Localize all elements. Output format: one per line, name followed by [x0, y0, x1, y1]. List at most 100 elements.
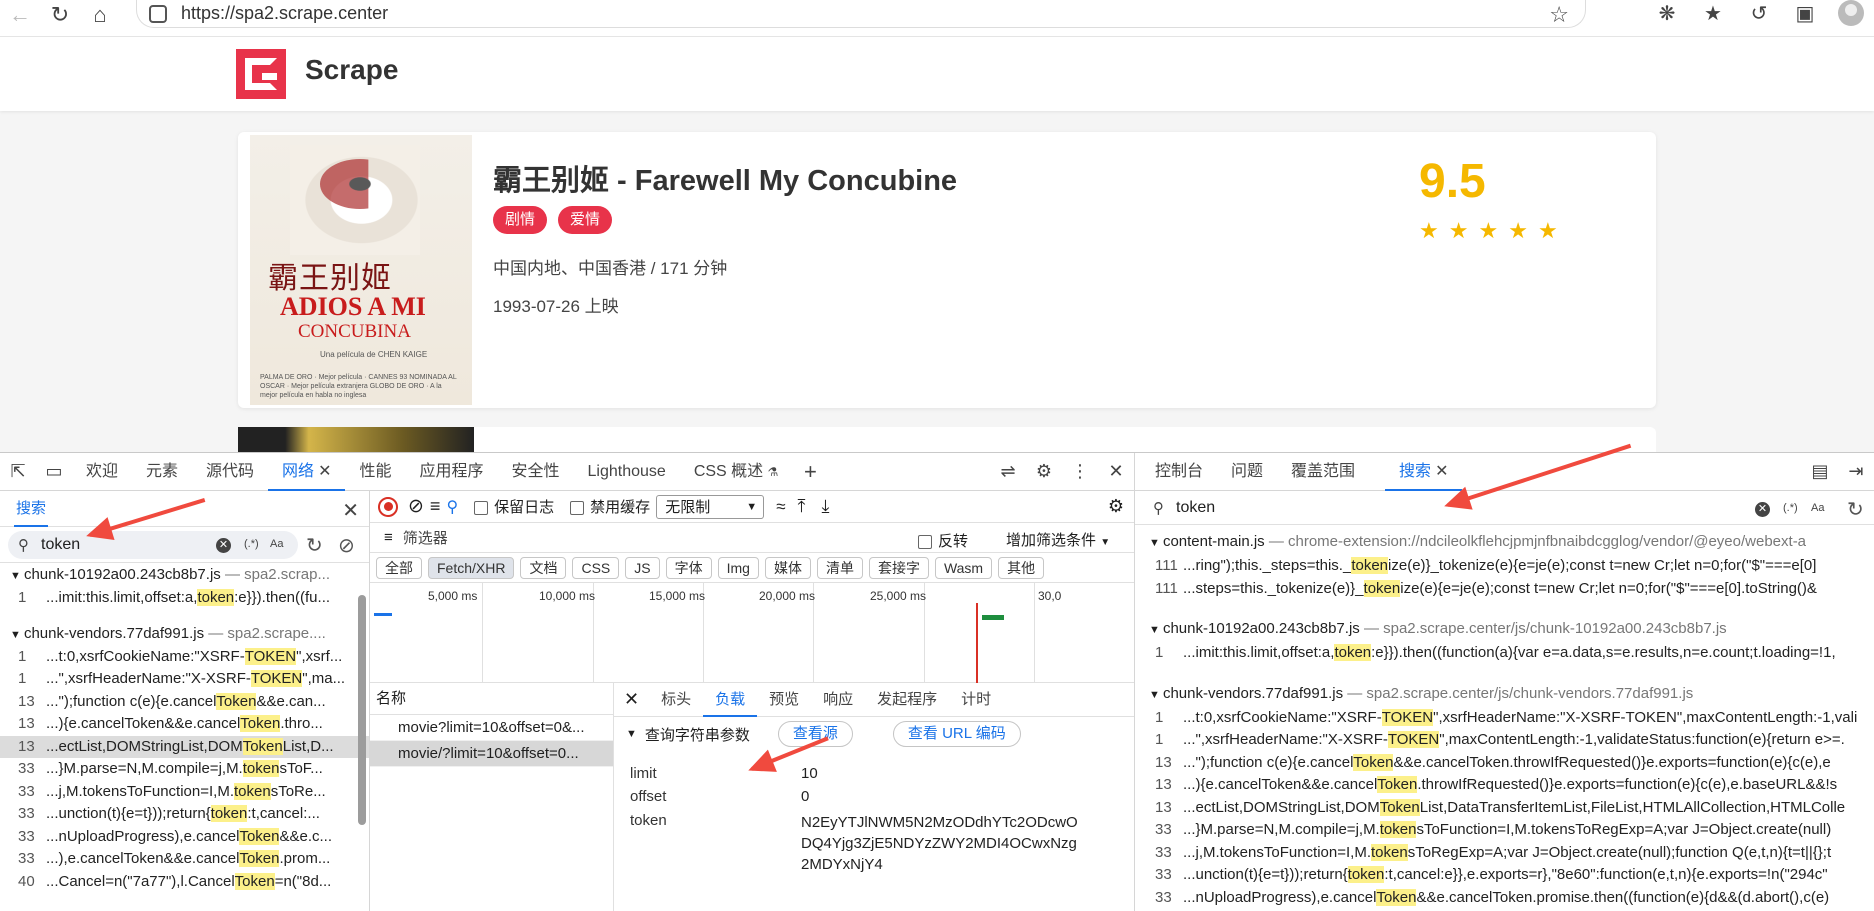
search-result-line[interactable]: 111 ...ring");this._steps=this._tokenize(…	[1135, 555, 1874, 578]
search-result-line[interactable]: 111 ...steps=this._tokenize(e)}_tokenize(…	[1135, 578, 1874, 601]
filter-requests-icon[interactable]: ≡	[430, 496, 441, 517]
view-url-encoded-button[interactable]: 查看 URL 编码	[892, 721, 1021, 747]
search-result-line[interactable]: 33 ...}M.parse=N,M.compile=j,M.tokensToFu…	[1135, 819, 1874, 842]
tab-timing[interactable]: 计时	[949, 683, 1003, 717]
right-search-input[interactable]: ⚲ token	[1143, 495, 1843, 521]
search-result-line[interactable]: 33 ...j,M.tokensToFunction=I,M.tokensToRe…	[1135, 842, 1874, 865]
type-filter-button[interactable]: Wasm	[934, 556, 993, 579]
tab-payload[interactable]: 负载	[703, 683, 758, 717]
search-result-line[interactable]: 33 ...unction(t){e=t}));return{token:t,ca…	[1135, 864, 1874, 887]
network-settings-icon[interactable]: ⚙	[1108, 496, 1124, 517]
network-timeline[interactable]: 5,000 ms 10,000 ms 15,000 ms 20,000 ms 25,00…	[370, 583, 1134, 683]
search-result-line[interactable]: 13 ...ectList,DOMStringList,DOMTokenList,…	[0, 735, 369, 758]
clear-icon[interactable]: ⊘	[408, 495, 424, 518]
movie-poster[interactable]: 霸王别姬 ADIOS A MI CONCUBINA Una película d…	[250, 135, 472, 405]
expand-triangle-icon[interactable]: ▼	[1149, 537, 1163, 549]
history-icon[interactable]: ↺	[1736, 0, 1782, 26]
dock-icon[interactable]: ▤	[1802, 453, 1838, 491]
refresh-icon[interactable]: ↻	[306, 533, 323, 558]
filter-input[interactable]: ≡ 筛选器	[384, 526, 904, 550]
throttle-select[interactable]: 无限制 ▼	[656, 494, 765, 519]
search-result-line[interactable]: 13 ...");function c(e){e.cancelToken&&e.c…	[1135, 752, 1874, 775]
movie-title[interactable]: 霸王别姬 - Farewell My Concubine	[493, 157, 957, 199]
tab-network[interactable]: 网络 ✕	[268, 453, 346, 491]
clear-results-icon[interactable]: ⊘	[338, 533, 355, 558]
tab-initiator[interactable]: 发起程序	[865, 683, 949, 717]
more-filters-dropdown[interactable]: 增加筛选条件 ▼	[1006, 529, 1110, 550]
tab-performance[interactable]: 性能	[345, 453, 405, 491]
favorite-star-icon[interactable]: ☆	[1549, 2, 1569, 28]
collapse-triangle-icon[interactable]: ▼	[626, 728, 637, 740]
reload-icon[interactable]: ↻	[40, 2, 80, 28]
search-result-file[interactable]: ▼ chunk-10192a00.243cb8b7.js — spa2.scra…	[0, 563, 369, 587]
type-filter-button[interactable]: 字体	[665, 556, 712, 579]
type-filter-button[interactable]: CSS	[572, 556, 620, 579]
tab-elements[interactable]: 元素	[132, 453, 192, 491]
scrape-logo-icon[interactable]	[236, 49, 286, 99]
invert-checkbox[interactable]	[918, 535, 932, 550]
tab-search[interactable]: 搜索 ✕	[1385, 453, 1463, 491]
regex-toggle[interactable]: (.*)	[1783, 502, 1798, 514]
query-section-title[interactable]: 查询字符串参数	[645, 724, 750, 745]
left-search-tab[interactable]: 搜索	[14, 491, 49, 527]
tab-welcome[interactable]: 欢迎	[72, 453, 132, 491]
type-filter-button[interactable]: 套接字	[868, 556, 929, 579]
tag-romance[interactable]: 爱情	[558, 206, 613, 234]
gear-icon[interactable]: ⚙	[1026, 453, 1062, 491]
device-toolbar-icon[interactable]: ▭	[36, 453, 72, 491]
case-toggle[interactable]: Aa	[270, 538, 283, 550]
connection-icon[interactable]: ⇌	[990, 453, 1026, 491]
screenshot-icon[interactable]: ▣	[1782, 0, 1828, 26]
scrollbar[interactable]	[358, 595, 366, 825]
invert-option[interactable]: 反转	[918, 530, 968, 551]
profile-avatar[interactable]	[1838, 0, 1864, 26]
close-icon[interactable]: ✕	[342, 498, 359, 523]
request-row-selected[interactable]: movie/?limit=10&offset=0...	[370, 741, 613, 767]
preserve-log[interactable]: 保留日志	[474, 496, 554, 517]
search-result-line[interactable]: 1 ...t:0,xsrfCookieName:"XSRF-TOKEN",xsrf…	[1135, 707, 1874, 730]
close-icon[interactable]: ✕	[318, 463, 331, 480]
search-result-line[interactable]: 33 ...nUploadProgress),e.cancelToken&&e.c…	[0, 826, 369, 849]
inspect-element-icon[interactable]: ⇱	[0, 453, 36, 491]
search-result-line[interactable]: 33 ...),e.cancelToken&&e.cancelToken.prom…	[0, 848, 369, 871]
search-result-line[interactable]: 33 ...j,M.tokensToFunction=I,M.tokensToRe…	[0, 781, 369, 804]
undock-icon[interactable]: ⇥	[1838, 453, 1874, 491]
extensions-icon[interactable]: ❋	[1644, 0, 1690, 26]
network-conditions-icon[interactable]: ≈	[776, 497, 785, 517]
tab-issues[interactable]: 问题	[1217, 453, 1277, 491]
tab-preview[interactable]: 预览	[757, 683, 811, 717]
preserve-log-checkbox[interactable]	[474, 501, 489, 516]
add-tab-icon[interactable]: +	[792, 453, 828, 491]
search-result-line[interactable]: 1 ...",xsrfHeaderName:"X-XSRF-TOKEN",maxC…	[1135, 729, 1874, 752]
tab-application[interactable]: 应用程序	[405, 453, 497, 491]
disable-cache[interactable]: 禁用缓存	[570, 496, 650, 517]
home-icon[interactable]: ⌂	[80, 2, 120, 28]
regex-toggle[interactable]: (.*)	[244, 538, 259, 550]
search-result-file[interactable]: ▼ chunk-vendors.77daf991.js — spa2.scrap…	[0, 622, 369, 646]
type-filter-button[interactable]: 全部	[376, 556, 422, 579]
search-result-line[interactable]: 1 ...imit:this.limit,offset:a,token:e}}).…	[0, 587, 369, 610]
address-bar[interactable]: https://spa2.scrape.center ☆	[136, 0, 1586, 28]
search-result-line[interactable]: 33 ...unction(t){e=t}));return{token:t,ca…	[0, 803, 369, 826]
clear-icon[interactable]: ✕	[1755, 502, 1770, 517]
search-result-line[interactable]: 13 ...){e.cancelToken&&e.cancelToken.thro…	[0, 713, 369, 736]
expand-triangle-icon[interactable]: ▼	[1149, 624, 1163, 636]
tab-sources[interactable]: 源代码	[192, 453, 268, 491]
type-filter-button[interactable]: 媒体	[764, 556, 811, 579]
site-info-icon[interactable]	[149, 4, 167, 23]
expand-triangle-icon[interactable]: ▼	[10, 629, 24, 641]
type-filter-button[interactable]: 其他	[998, 556, 1045, 579]
upload-icon[interactable]: ⤒	[798, 496, 806, 517]
back-arrow-icon[interactable]: ←	[0, 2, 40, 28]
expand-triangle-icon[interactable]: ▼	[10, 570, 24, 582]
search-result-line[interactable]: 1 ...",xsrfHeaderName:"X-XSRF-TOKEN",ma..…	[0, 668, 369, 691]
tab-lighthouse[interactable]: Lighthouse	[574, 453, 680, 491]
record-icon[interactable]	[378, 496, 398, 517]
movie-poster-next[interactable]	[238, 427, 474, 452]
search-icon[interactable]: ⚲	[446, 497, 458, 517]
type-filter-button[interactable]: Img	[717, 556, 759, 579]
search-result-file[interactable]: ▼ content-main.js — chrome-extension://n…	[1135, 529, 1874, 555]
case-toggle[interactable]: Aa	[1811, 502, 1824, 514]
refresh-icon[interactable]: ↻	[1847, 497, 1864, 522]
search-result-line[interactable]: 1 ...t:0,xsrfCookieName:"XSRF-TOKEN",xsrf…	[0, 646, 369, 669]
